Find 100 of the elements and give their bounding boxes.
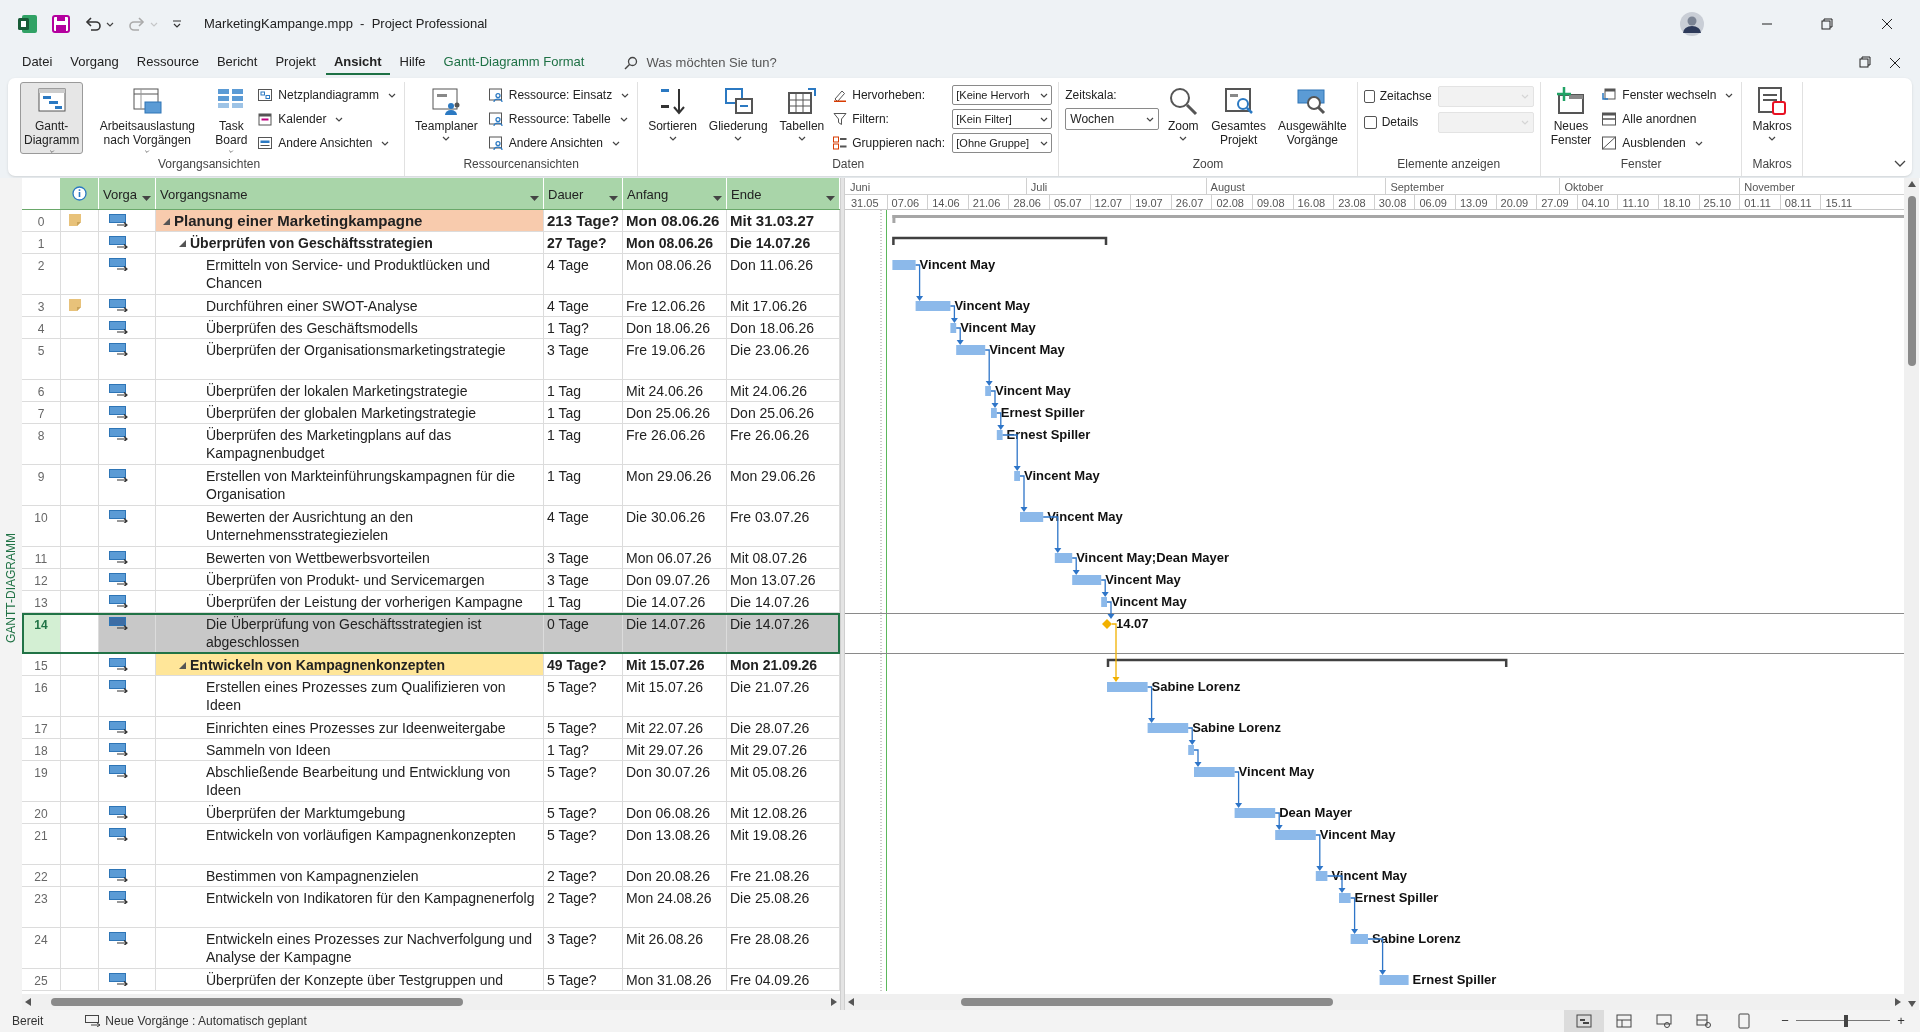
column-header[interactable]: Vorgangsname	[156, 178, 544, 209]
ribbon-button[interactable]: Ressource: Einsatz	[485, 84, 632, 106]
save-icon[interactable]	[52, 15, 70, 33]
task-bar[interactable]	[915, 301, 951, 311]
ribbon-button[interactable]: Ausblenden	[1599, 132, 1736, 154]
ribbon-button[interactable]: Task Board	[211, 82, 252, 154]
menu-tab[interactable]: Projekt	[267, 51, 324, 75]
dropdown-field[interactable]	[1437, 85, 1534, 107]
row-number[interactable]: 22	[22, 865, 60, 886]
dropdown-field[interactable]: [Kein Filter]	[952, 109, 1053, 129]
ribbon-button[interactable]: Fenster wechseln	[1599, 84, 1736, 106]
redo-icon[interactable]	[128, 15, 146, 33]
row-number[interactable]: 14	[22, 613, 60, 653]
row-number[interactable]: 19	[22, 761, 60, 801]
row-number[interactable]: 24	[22, 928, 60, 968]
checkbox[interactable]: Details	[1363, 113, 1432, 131]
task-bar[interactable]	[1072, 575, 1102, 585]
ribbon-button[interactable]: Gliederung	[704, 82, 772, 154]
ribbon-button[interactable]: Netzplandiagramm	[255, 84, 399, 106]
filter-arrow-icon[interactable]	[530, 196, 539, 201]
view-shortcut-button[interactable]	[1564, 1010, 1604, 1032]
task-bar[interactable]	[1054, 553, 1073, 563]
column-header[interactable]: Anfang	[623, 178, 727, 209]
row-number[interactable]: 12	[22, 569, 60, 590]
dropdown-field[interactable]: [Keine Hervorh	[952, 85, 1053, 105]
task-bar[interactable]	[1147, 723, 1189, 733]
row-number[interactable]: 21	[22, 824, 60, 864]
filter-arrow-icon[interactable]	[142, 196, 151, 201]
task-bar[interactable]	[950, 323, 957, 333]
row-number[interactable]: 3	[22, 295, 60, 316]
row-number[interactable]: 25	[22, 969, 60, 990]
scroll-right-icon[interactable]	[831, 998, 837, 1006]
menu-tab[interactable]: Ansicht	[325, 51, 390, 75]
filter-arrow-icon[interactable]	[713, 196, 722, 201]
ribbon-button[interactable]: Alle anordnen	[1599, 108, 1736, 130]
ribbon-button[interactable]: Makros	[1748, 82, 1796, 154]
row-number[interactable]: 10	[22, 506, 60, 546]
ribbon-button[interactable]: Teamplaner	[411, 82, 482, 154]
menu-tab[interactable]: Ressource	[128, 51, 207, 75]
dropdown-field[interactable]: [Ohne Gruppe]	[952, 133, 1053, 153]
ribbon-button[interactable]: Gesamtes Projekt	[1207, 82, 1270, 154]
row-number[interactable]: 13	[22, 591, 60, 612]
scroll-down-icon[interactable]	[1907, 1001, 1916, 1007]
scroll-up-icon[interactable]	[1907, 181, 1916, 187]
avatar-icon[interactable]	[1680, 12, 1704, 36]
ribbon-button[interactable]: Neues Fenster	[1546, 82, 1596, 154]
column-header[interactable]: Vorga	[99, 178, 156, 209]
scroll-thumb[interactable]	[1907, 196, 1916, 366]
dropdown-field[interactable]	[1437, 111, 1534, 133]
column-header[interactable]: Ende	[727, 178, 840, 209]
ribbon-button[interactable]: Gantt-Diagramm	[20, 82, 84, 154]
row-number[interactable]: 9	[22, 465, 60, 505]
ribbon-button[interactable]: Arbeitsauslastung nach Vorgängen	[87, 82, 208, 154]
row-number[interactable]: 15	[22, 654, 60, 675]
row-number[interactable]: 11	[22, 547, 60, 568]
row-number[interactable]: 5	[22, 339, 60, 379]
zoom-slider[interactable]	[1796, 1014, 1890, 1028]
task-bar[interactable]	[1379, 975, 1409, 985]
ribbon-button[interactable]: Sortieren	[644, 82, 701, 154]
row-number[interactable]: 7	[22, 402, 60, 423]
customize-icon[interactable]	[172, 19, 182, 29]
slider-thumb[interactable]	[1843, 1015, 1848, 1027]
zoom-out-button[interactable]: −	[1778, 1011, 1792, 1031]
task-bar[interactable]	[956, 345, 986, 355]
row-number[interactable]: 8	[22, 424, 60, 464]
row-number[interactable]: 6	[22, 380, 60, 401]
scroll-right-icon[interactable]	[1895, 998, 1901, 1006]
task-bar[interactable]	[996, 430, 1003, 440]
row-number[interactable]: 16	[22, 676, 60, 716]
menu-tab[interactable]: Datei	[14, 51, 61, 75]
ribbon-button[interactable]: Ressource: Tabelle	[485, 108, 632, 130]
row-number[interactable]: 2	[22, 254, 60, 294]
row-number[interactable]: 23	[22, 887, 60, 927]
row-number[interactable]: 20	[22, 802, 60, 823]
dropdown-field[interactable]: Wochen	[1065, 108, 1160, 130]
menu-tab[interactable]: Hilfe	[391, 51, 434, 75]
menu-tab[interactable]: Vorgang	[62, 51, 127, 75]
scroll-left-icon[interactable]	[25, 998, 31, 1006]
collapse-icon[interactable]	[1894, 160, 1906, 168]
filter-arrow-icon[interactable]	[609, 196, 618, 201]
search-field[interactable]: Was möchten Sie tun?	[646, 53, 847, 73]
undo-icon[interactable]	[84, 15, 102, 33]
menu-tab[interactable]: Gantt-Diagramm Format	[435, 51, 593, 75]
menu-tab[interactable]: Bericht	[208, 51, 266, 75]
row-number[interactable]: 18	[22, 739, 60, 760]
collapse-triangle-icon[interactable]	[179, 662, 186, 669]
task-bar[interactable]	[1234, 808, 1276, 818]
ribbon-button[interactable]: Tabellen	[775, 82, 829, 154]
ribbon-button[interactable]: Kalender	[255, 108, 399, 130]
column-header[interactable]: Dauer	[544, 178, 623, 209]
ribbon-button[interactable]: Andere Ansichten	[485, 132, 632, 154]
checkbox[interactable]: Zeitachse	[1363, 87, 1432, 105]
filter-arrow-icon[interactable]	[826, 196, 835, 201]
task-bar[interactable]	[1315, 871, 1328, 881]
row-number[interactable]: 4	[22, 317, 60, 338]
scroll-left-icon[interactable]	[848, 998, 854, 1006]
zoom-in-button[interactable]: +	[1894, 1011, 1908, 1031]
ribbon-button[interactable]: Zoom	[1163, 82, 1204, 154]
ribbon-button[interactable]: Ausgewählte Vorgänge	[1273, 82, 1351, 154]
vertical-scrollbar[interactable]	[1904, 178, 1919, 1010]
